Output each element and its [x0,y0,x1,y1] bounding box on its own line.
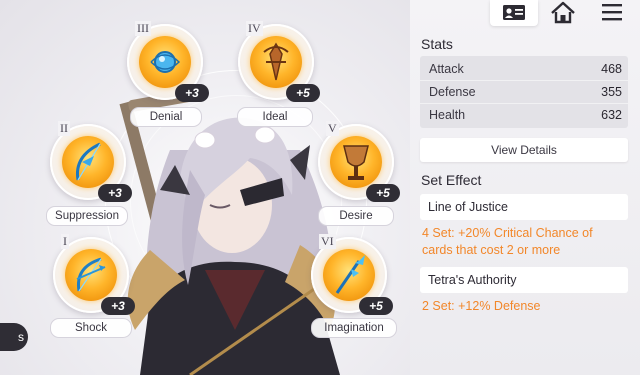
menu-icon [602,4,622,21]
relic-slot-shock[interactable]: I +3 [53,234,135,315]
enhance-level-badge: +5 [286,84,320,102]
home-icon [551,1,575,24]
relic-slot-imagination[interactable]: VI +5 [311,234,393,315]
stat-value: 355 [601,85,622,99]
relic-slot-suppression[interactable]: II +3 [50,121,132,202]
slot-numeral: VI [319,234,336,249]
chalice-icon [343,145,369,180]
view-details-button[interactable]: View Details [420,138,628,162]
set-description: 2 Set: +12% Defense [422,298,628,315]
enhance-level-badge: +3 [175,84,209,102]
enhance-level-badge: +3 [101,297,135,315]
slot-label-imagination: Imagination [311,318,397,338]
stat-label: Attack [429,62,464,76]
slot-numeral: III [135,21,151,36]
set-description-line: cards that cost 2 or more [422,243,561,257]
slot-label-ideal: Ideal [237,107,313,127]
enhance-level-badge: +5 [359,297,393,315]
slot-numeral: IV [246,21,263,36]
set-description-line: 2 Set: +12% Defense [422,299,541,313]
relic-slot-denial[interactable]: III +3 [127,21,209,102]
stat-label: Defense [429,85,476,99]
set-description: 4 Set: +20% Critical Chance of cards tha… [422,225,628,259]
slot-label-shock: Shock [50,318,132,338]
orb-icon [150,51,181,73]
staff-icon [335,255,365,294]
relic-slot-desire[interactable]: V +5 [318,121,400,202]
equipment-screen: I +3 Shock II +3 Suppression III +3 Deni… [0,0,640,375]
stat-row-defense: Defense 355 [420,81,628,104]
slot-numeral: V [326,121,339,136]
stats-list: Attack 468 Defense 355 Health 632 [420,56,628,128]
home-button[interactable] [546,0,580,26]
stats-title: Stats [421,36,453,52]
relic-slot-ideal[interactable]: IV +5 [238,21,320,102]
slot-label-suppression: Suppression [46,206,128,226]
enhance-level-badge: +3 [98,184,132,202]
slot-numeral: I [61,234,69,249]
bow-icon [76,257,106,292]
emblem-icon [263,42,289,81]
info-panel: Stats Attack 468 Defense 355 Health 632 … [420,30,628,315]
set-name-tetras-authority[interactable]: Tetra's Authority [420,267,628,293]
profile-card-button[interactable] [490,0,538,26]
slot-numeral: II [58,121,70,136]
set-description-line: 4 Set: +20% Critical Chance of [422,226,593,240]
side-tab[interactable]: s [0,323,28,351]
set-effect-title: Set Effect [421,172,482,188]
stat-label: Health [429,108,466,122]
slot-label-denial: Denial [130,107,202,127]
enhance-level-badge: +5 [366,184,400,202]
menu-button[interactable] [596,0,630,26]
bow-icon [75,142,101,181]
slot-label-desire: Desire [318,206,394,226]
stat-value: 468 [601,62,622,76]
stat-value: 632 [601,108,622,122]
set-name-line-of-justice[interactable]: Line of Justice [420,194,628,220]
stat-row-health: Health 632 [420,104,628,126]
profile-card-icon [503,5,525,20]
character-scene: I +3 Shock II +3 Suppression III +3 Deni… [0,0,410,375]
stat-row-attack: Attack 468 [420,58,628,81]
